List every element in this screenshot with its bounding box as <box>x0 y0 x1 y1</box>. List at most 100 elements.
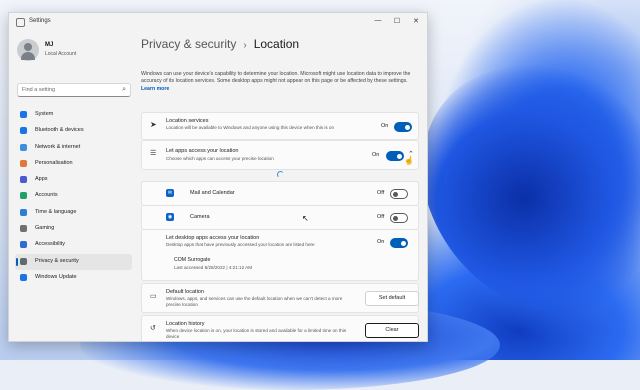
mail-calendar-toggle[interactable] <box>390 189 408 199</box>
apps-icon <box>20 176 27 184</box>
learn-more-link[interactable]: Learn more <box>141 86 169 92</box>
sidebar-item-network-internet[interactable]: Network & internet <box>15 140 132 156</box>
default-location-row[interactable]: ▭ Default location Windows, apps, and se… <box>141 283 419 313</box>
location-services-toggle[interactable] <box>394 122 412 132</box>
apps-access-subtitle: Choose which apps can access your precis… <box>166 156 274 161</box>
camera-toggle[interactable] <box>390 213 408 223</box>
search-placeholder: Find a setting <box>22 87 56 93</box>
sidebar-item-bluetooth-devices[interactable]: Bluetooth & devices <box>15 123 132 139</box>
profile-account-type: Local Account <box>45 51 77 57</box>
loading-spinner-icon <box>277 171 284 178</box>
sidebar-item-label: Accessibility <box>35 241 65 248</box>
accessibility-icon <box>20 241 27 249</box>
arrow-cursor-icon: ↖ <box>302 214 309 223</box>
list-icon: ☰ <box>150 150 157 157</box>
minimize-button[interactable]: — <box>371 17 385 24</box>
main-content: Privacy & security › Location Windows can … <box>141 31 425 341</box>
maximize-button[interactable]: ☐ <box>390 17 404 25</box>
sidebar-item-label: Apps <box>35 176 48 183</box>
pointer-cursor-icon: ☝ <box>404 156 414 165</box>
desktop-apps-toggle[interactable] <box>390 238 408 248</box>
sidebar-item-gaming[interactable]: Gaming <box>15 221 132 237</box>
settings-app-icon <box>16 18 25 27</box>
sidebar-item-privacy-security[interactable]: Privacy & security <box>15 253 132 270</box>
desktop-app-last-accessed: Last accessed 8/28/2022 | 4:21:12 AM <box>174 265 253 270</box>
sidebar-item-accounts[interactable]: Accounts <box>15 188 132 204</box>
breadcrumb-separator: › <box>243 40 247 51</box>
sidebar-item-personalisation[interactable]: Personalisation <box>15 156 132 172</box>
desktop-app-name: COM Surrogate <box>174 257 211 263</box>
brush-icon <box>20 159 27 167</box>
page-description: Windows can use your device's capability… <box>141 71 417 93</box>
location-history-title: Location history <box>166 321 205 327</box>
set-default-button[interactable]: Set default <box>365 291 419 306</box>
search-icon: ⌕ <box>122 86 126 93</box>
network-icon <box>20 143 27 151</box>
map-icon: ▭ <box>150 293 157 300</box>
app-name: Camera <box>190 214 210 220</box>
bluetooth-icon <box>20 127 27 135</box>
sidebar-item-accessibility[interactable]: Accessibility <box>15 237 132 253</box>
apps-access-toggle[interactable] <box>386 151 404 161</box>
apps-access-state: On <box>372 152 380 158</box>
sidebar-nav: System Bluetooth & devices Network & inter… <box>15 107 132 286</box>
close-button[interactable]: ✕ <box>409 17 423 25</box>
sidebar-item-label: Accounts <box>35 192 58 199</box>
app-state: Off <box>377 214 385 220</box>
accounts-icon <box>20 192 27 200</box>
sidebar-item-system[interactable]: System <box>15 107 132 123</box>
sidebar-item-label: System <box>35 111 54 117</box>
mail-calendar-icon: ✉ <box>166 189 174 197</box>
desktop-apps-subtitle: Desktop apps that have previously access… <box>166 242 315 247</box>
apps-access-title: Let apps access your location <box>166 148 239 154</box>
search-input[interactable]: Find a setting ⌕ <box>17 83 131 97</box>
history-icon: ↺ <box>150 325 156 332</box>
app-row-mail-calendar[interactable]: ✉ Mail and Calendar Off <box>141 181 419 206</box>
location-services-state: On <box>381 123 389 129</box>
description-text: Windows can use your device's capability… <box>141 71 411 85</box>
sidebar-item-windows-update[interactable]: Windows Update <box>15 270 132 286</box>
location-arrow-icon: ➤ <box>150 120 157 129</box>
camera-icon: ◉ <box>166 213 174 221</box>
sidebar-item-label: Bluetooth & devices <box>35 127 84 134</box>
sidebar-item-label: Windows Update <box>35 273 77 280</box>
default-location-title: Default location <box>166 289 204 295</box>
sidebar-item-label: Network & internet <box>35 143 81 150</box>
page-title: Location <box>253 37 300 51</box>
location-services-title: Location services <box>166 118 209 124</box>
settings-window: Settings — ☐ ✕ MJ Local Account Find a s… <box>8 12 428 342</box>
sidebar-item-time-language[interactable]: Time & language <box>15 205 132 221</box>
location-history-subtitle: When device location is on, your locatio… <box>166 328 347 339</box>
sidebar: MJ Local Account Find a setting ⌕ System… <box>9 31 134 341</box>
wallpaper-bloom <box>392 28 640 352</box>
globe-clock-icon <box>20 208 27 216</box>
desktop-apps-row[interactable]: Let desktop apps access your location De… <box>141 229 419 281</box>
breadcrumb-parent[interactable]: Privacy & security <box>141 37 236 51</box>
system-icon <box>20 111 27 118</box>
profile-name: MJ <box>45 42 54 48</box>
default-location-subtitle: Windows, apps, and services can use the … <box>166 296 343 307</box>
sidebar-item-label: Personalisation <box>35 159 73 166</box>
location-services-row[interactable]: ➤ Location services Location will be ava… <box>141 112 419 140</box>
sidebar-item-label: Privacy & security <box>35 257 79 264</box>
app-name: Mail and Calendar <box>190 190 235 196</box>
clear-history-button[interactable]: Clear <box>365 323 419 338</box>
user-profile[interactable]: MJ Local Account <box>17 39 132 65</box>
desktop-apps-title: Let desktop apps access your location <box>166 235 260 241</box>
avatar <box>17 39 39 61</box>
sidebar-item-apps[interactable]: Apps <box>15 172 132 188</box>
window-title: Settings <box>29 18 51 24</box>
desktop-apps-state: On <box>377 239 385 245</box>
location-services-subtitle: Location will be available to Windows an… <box>166 125 335 130</box>
apps-access-row[interactable]: ☰ Let apps access your location Choose w… <box>141 140 419 170</box>
breadcrumb: Privacy & security › Location <box>141 37 299 51</box>
update-icon <box>20 273 27 281</box>
title-bar[interactable]: Settings — ☐ ✕ <box>9 13 427 31</box>
gaming-icon <box>20 225 27 233</box>
sidebar-item-label: Gaming <box>35 225 55 232</box>
app-state: Off <box>377 190 385 196</box>
app-row-camera[interactable]: ◉ Camera Off <box>141 205 419 230</box>
location-history-row[interactable]: ↺ Location history When device location … <box>141 315 419 341</box>
sidebar-item-label: Time & language <box>35 208 77 215</box>
shield-icon <box>20 257 27 265</box>
